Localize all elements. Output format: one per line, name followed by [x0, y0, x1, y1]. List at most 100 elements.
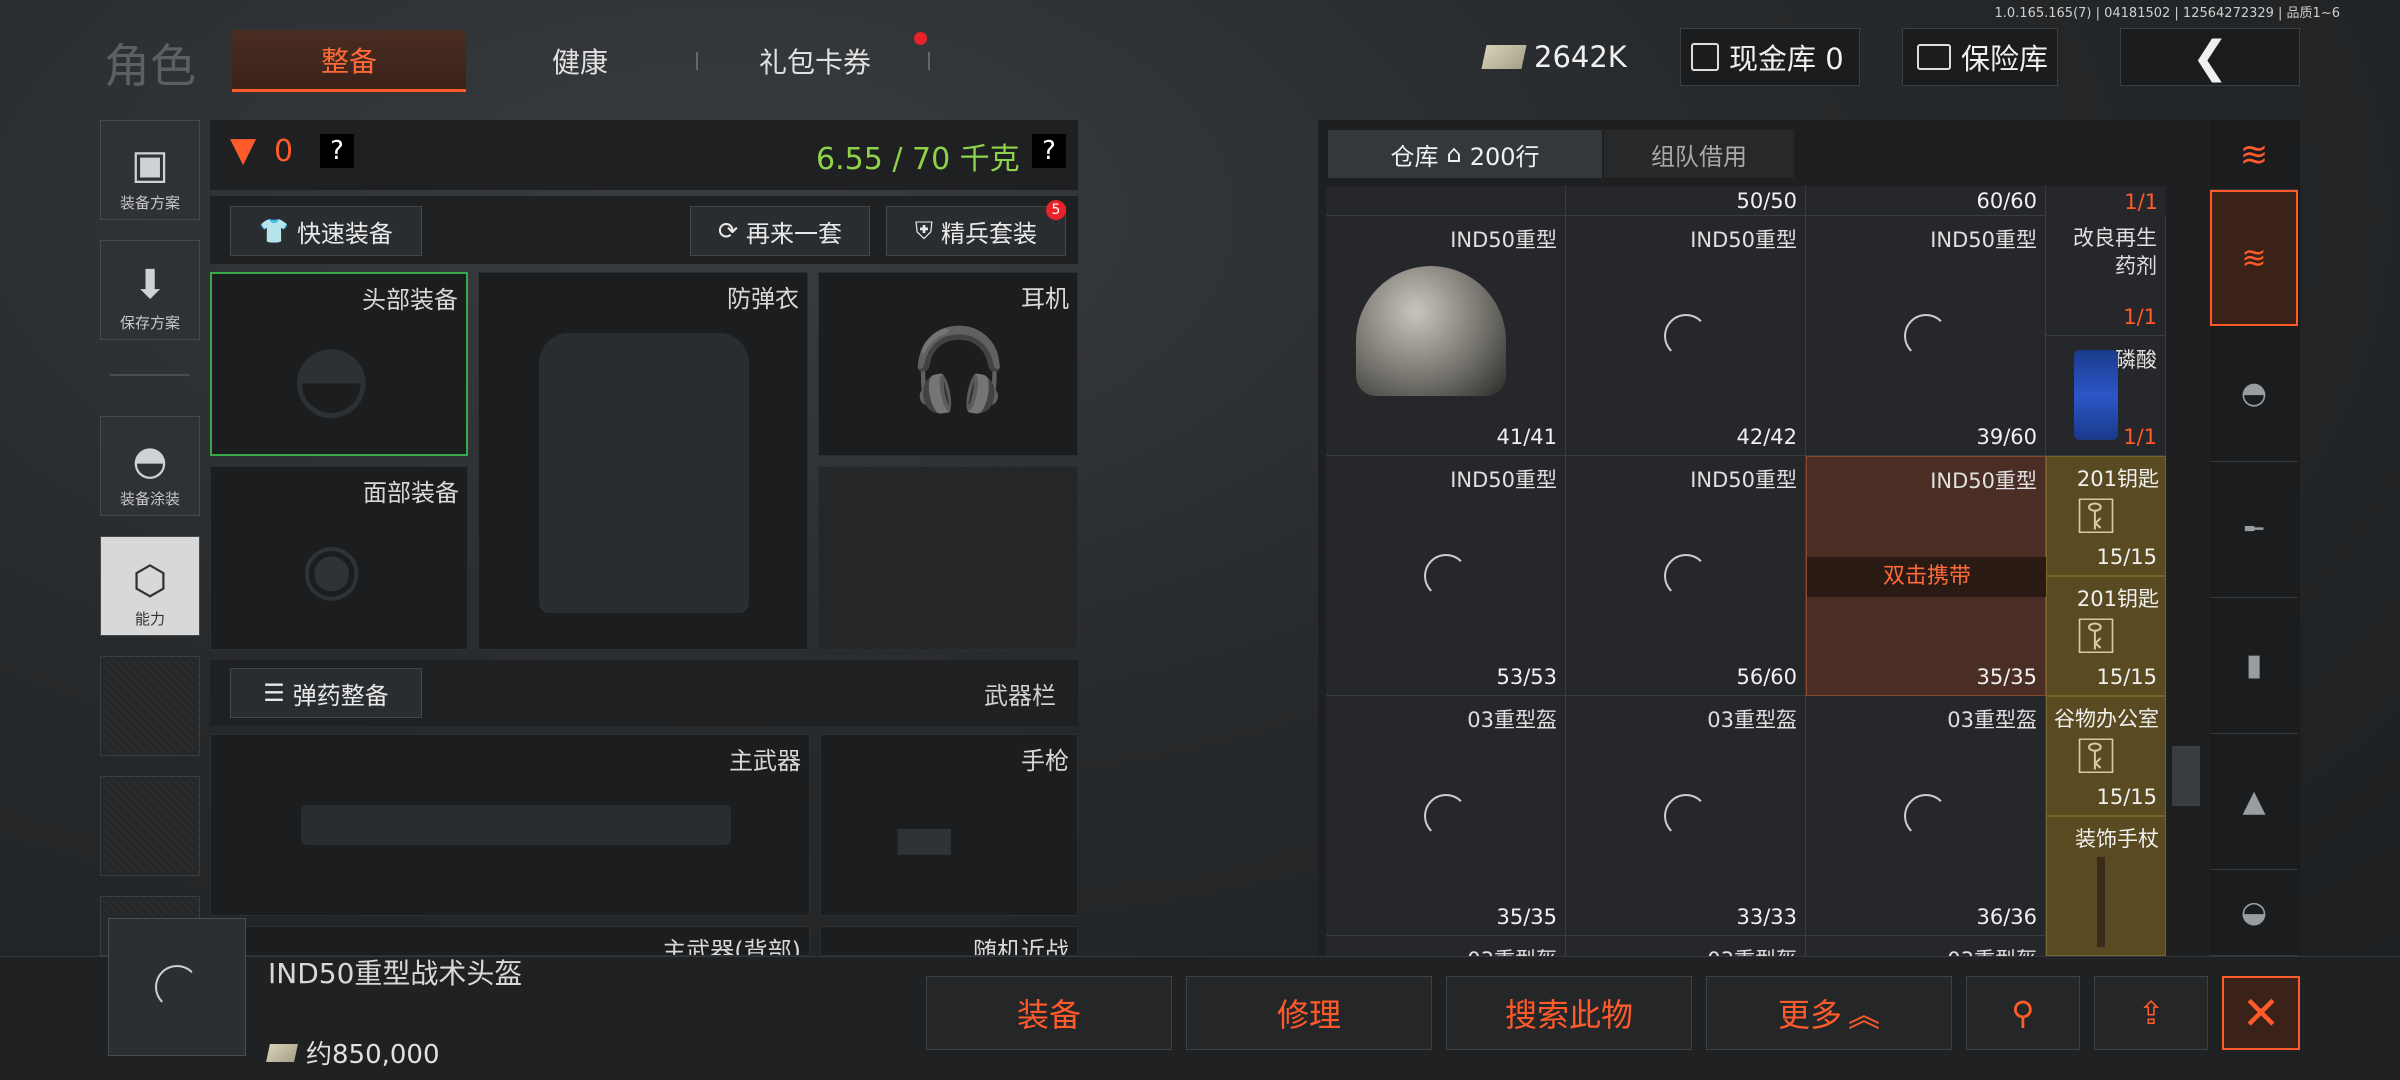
more-button[interactable]: 更多 ︽	[1706, 976, 1952, 1050]
loading-spinner-icon	[1424, 794, 1468, 838]
stack-refresh-icon[interactable]: ≋	[2210, 120, 2298, 190]
item-name: 03重型盔	[1467, 944, 1557, 956]
tab-health[interactable]: 健康	[470, 30, 690, 92]
equip-button[interactable]: 装备	[926, 976, 1172, 1050]
item-count: 33/33	[1736, 905, 1797, 929]
safe-button[interactable]: 保险库	[1902, 28, 2058, 86]
primary-back-slot[interactable]: 主武器(背部)	[210, 926, 810, 956]
item-cell[interactable]: 03重型盔 35/35	[1326, 696, 1566, 936]
paint-button[interactable]: ◓ 装备涂装	[100, 416, 200, 516]
item-cell[interactable]: 03重型盔 33/33	[1566, 696, 1806, 936]
weight-help-icon[interactable]: ?	[1032, 134, 1066, 168]
face-slot[interactable]: 面部装备 ◉	[210, 466, 468, 650]
item-name: 03重型盔	[1947, 708, 2037, 732]
item-cell-selected[interactable]: IND50重型 双击携带 35/35	[1806, 456, 2047, 696]
search-button[interactable]: ⚲	[1966, 976, 2080, 1050]
back-button[interactable]: ❮	[2120, 28, 2300, 86]
empty-slot	[100, 776, 200, 876]
cash-store-icon	[1691, 43, 1719, 71]
cash-store-button[interactable]: 现金库 0	[1680, 28, 1860, 86]
category-magazine-icon[interactable]: ▮	[2210, 598, 2298, 734]
category-all-icon[interactable]: ≋	[2210, 190, 2298, 326]
elite-set-button[interactable]: ⛨ 精兵套装	[886, 206, 1066, 256]
loading-spinner-icon	[155, 965, 199, 1009]
category-bullet-icon[interactable]: ▲	[2210, 734, 2298, 870]
warehouse-grid: 50/50 60/60 1/1 IND50重型 41/41 IND50重型 42…	[1326, 186, 2166, 956]
team-borrow-tab[interactable]: 组队借用	[1604, 130, 1794, 178]
loadout-plan-label: 装备方案	[119, 194, 180, 212]
shield-icon: ⛨	[915, 217, 933, 245]
headset-silhouette-icon: 🎧	[909, 323, 1009, 416]
again-button[interactable]: ⟳ 再来一套	[690, 206, 870, 256]
grid-cell[interactable]: 50/50	[1566, 186, 1806, 216]
item-name: 03重型盔	[1707, 708, 1797, 732]
item-cell[interactable]: 磷酸 1/1	[2046, 336, 2166, 456]
key-cell[interactable]: 201钥匙 ⚿ 15/15	[2046, 456, 2166, 576]
head-slot[interactable]: 头部装备 ◓	[210, 272, 468, 456]
item-count: 1/1	[2124, 190, 2158, 214]
selected-item-name: IND50重型战术头盔	[268, 957, 523, 990]
item-cell[interactable]: 改良再生药剂 1/1	[2046, 216, 2166, 336]
melee-label: 随机近战	[973, 937, 1069, 956]
item-cell[interactable]: IND50重型 53/53	[1326, 456, 1566, 696]
key-cell[interactable]: 201钥匙 ⚿ 15/15	[2046, 576, 2166, 696]
item-count: 35/35	[1976, 665, 2037, 689]
grid-cell[interactable]: 03重型盔	[1326, 936, 1566, 956]
category-helmet-icon[interactable]: ◓	[2210, 326, 2298, 462]
grid-cell[interactable]: 1/1	[2046, 186, 2166, 216]
quick-equip-button[interactable]: 👕 快速装备	[230, 206, 422, 256]
loadout-header: ▼ 0 ? 6.55 / 70 千克 ?	[210, 120, 1078, 190]
tab-loadout[interactable]: 整备	[232, 30, 466, 92]
selected-item-price: 约850,000	[266, 1034, 440, 1071]
item-count: 1/1	[2123, 425, 2157, 449]
loadout-plan-button[interactable]: ▣ 装备方案	[100, 120, 200, 220]
melee-slot[interactable]: 随机近战	[820, 926, 1078, 956]
shirt-icon: 👕	[259, 217, 289, 245]
pistol-label: 手枪	[1021, 747, 1069, 775]
grid-cell[interactable]: 03重型盔	[1806, 936, 2046, 956]
chevron-up-icon: ︽	[1848, 996, 1881, 1034]
pistol-slot[interactable]: 手枪 ▬	[820, 734, 1078, 916]
item-cell-helmet[interactable]: IND50重型 41/41	[1326, 216, 1566, 456]
money-value: 2642K	[1534, 40, 1627, 74]
ability-button[interactable]: ⬡ 能力	[100, 536, 200, 636]
item-cell[interactable]: IND50重型 42/42	[1566, 216, 1806, 456]
locked-slot	[818, 466, 1078, 650]
grid-cell[interactable]	[1326, 186, 1566, 216]
category-rifle-icon[interactable]: ╾	[2210, 462, 2298, 598]
item-cell[interactable]: IND50重型 56/60	[1566, 456, 1806, 696]
vest-silhouette-icon	[539, 333, 749, 613]
primary-weapon-slot[interactable]: 主武器	[210, 734, 810, 916]
more-label: 更多	[1777, 996, 1842, 1034]
item-name: 03重型盔	[1467, 708, 1557, 732]
notification-dot	[914, 32, 927, 45]
cash-store-label: 现金库 0	[1729, 42, 1844, 76]
helmet-paint-icon: ◓	[132, 438, 168, 484]
category-misc-icon[interactable]: ◒	[2210, 870, 2298, 956]
tab-gift-coupons[interactable]: 礼包卡券	[700, 30, 930, 92]
can-icon	[2074, 350, 2118, 440]
close-button[interactable]: ✕	[2222, 976, 2300, 1050]
share-button[interactable]: ⇪	[2094, 976, 2208, 1050]
grid-cell[interactable]: 03重型盔	[1566, 936, 1806, 956]
item-cell[interactable]: 03重型盔 36/36	[1806, 696, 2046, 936]
vest-slot[interactable]: 防弹衣	[478, 272, 808, 650]
item-cell[interactable]: IND50重型 39/60	[1806, 216, 2046, 456]
save-plan-button[interactable]: ⬇ 保存方案	[100, 240, 200, 340]
grid-cell[interactable]: 60/60	[1806, 186, 2046, 216]
item-name: 03重型盔	[1947, 944, 2037, 956]
search-item-button[interactable]: 搜索此物	[1446, 976, 1692, 1050]
pistol-silhouette-icon: ▬	[891, 795, 958, 877]
key-cell[interactable]: 谷物办公室 ⚿ 15/15	[2046, 696, 2166, 816]
item-name: IND50重型	[1930, 469, 2037, 493]
ammo-button[interactable]: ☰ 弹药整备	[230, 668, 422, 718]
ear-slot[interactable]: 耳机 🎧	[818, 272, 1078, 456]
loading-spinner-icon	[1904, 794, 1948, 838]
item-cell[interactable]: 装饰手杖	[2046, 816, 2166, 956]
scrollbar-thumb[interactable]	[2172, 746, 2200, 806]
selected-item-thumbnail	[108, 918, 246, 1056]
repair-button[interactable]: 修理	[1186, 976, 1432, 1050]
rifle-silhouette-icon	[301, 805, 731, 845]
help-icon[interactable]: ?	[320, 134, 354, 168]
warehouse-tab[interactable]: 仓库 ⌂ 200行	[1328, 130, 1602, 178]
